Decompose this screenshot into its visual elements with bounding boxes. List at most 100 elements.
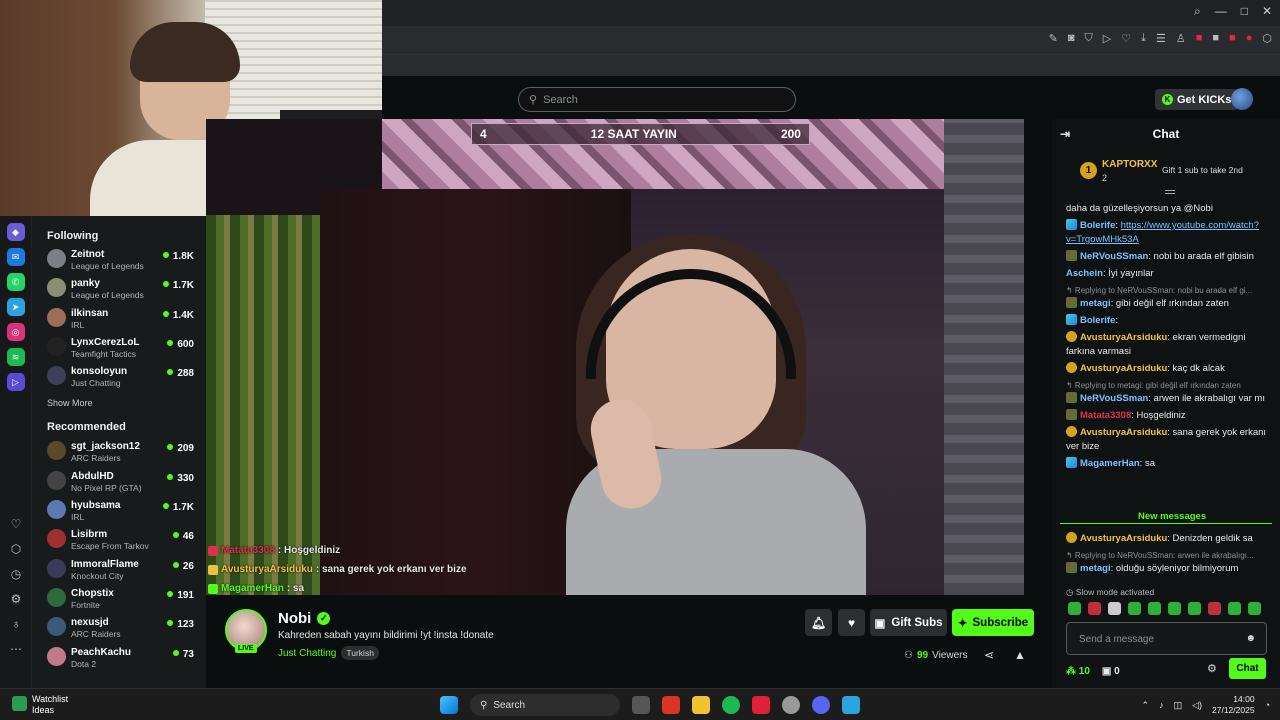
extension-icon[interactable]: ■ <box>1196 32 1203 45</box>
video-player[interactable] <box>206 119 1024 595</box>
folder-icon[interactable] <box>692 696 710 714</box>
search-icon[interactable]: ⌕ <box>1194 4 1201 19</box>
bulb-icon[interactable]: ♁ <box>7 615 25 633</box>
cube-icon[interactable]: ⬡ <box>7 540 25 558</box>
chat-username[interactable]: AvusturyaArsiduku <box>1080 427 1167 438</box>
network-icon[interactable]: ◫ <box>1174 700 1183 711</box>
chat-username[interactable]: Bolerife <box>1080 220 1115 231</box>
gift-count[interactable]: ▣ 0 <box>1102 666 1120 677</box>
telegram-icon[interactable]: ➤ <box>6 298 25 316</box>
chat-username[interactable]: NeRVouSSman <box>1080 393 1148 404</box>
messenger-icon[interactable]: ✉ <box>6 248 25 266</box>
gift-prompt[interactable]: Gift 1 sub to take 2nd <box>1162 165 1243 175</box>
sidebar-channel-item[interactable]: sgt_jackson12 ARC Raiders 209 <box>32 436 206 465</box>
chat-send-button[interactable]: Chat <box>1229 658 1266 679</box>
emote-icon[interactable] <box>1228 602 1241 615</box>
taskbar-search[interactable]: ⚲ Search <box>470 694 620 716</box>
play-icon[interactable]: ▷ <box>1103 32 1111 45</box>
extension-icon[interactable]: ● <box>1246 32 1253 45</box>
subscribe-button[interactable]: ✦ Subscribe <box>952 609 1034 636</box>
menu-icon[interactable]: ☰ <box>1156 32 1166 45</box>
stream-tag[interactable]: Turkish <box>341 646 379 660</box>
emote-icon[interactable] <box>1188 602 1201 615</box>
chat-username[interactable]: Bolerife <box>1080 315 1115 326</box>
notepad-icon[interactable] <box>842 696 860 714</box>
volume-icon[interactable]: ◁) <box>1192 700 1202 711</box>
chat-username[interactable]: MagamerHan <box>1080 458 1140 469</box>
chat-username[interactable]: AvusturyaArsiduku <box>1080 533 1167 544</box>
sidebar-channel-item[interactable]: Lisibrm Escape From Tarkov 46 <box>32 524 206 553</box>
microphone-icon[interactable]: ♪ <box>1159 700 1164 710</box>
discord-icon[interactable] <box>812 696 830 714</box>
close-icon[interactable]: ✕ <box>1262 4 1272 19</box>
extension-icon[interactable]: ■ <box>1212 32 1219 45</box>
sidebar-channel-item[interactable]: Chopstix Fortnite 191 <box>32 583 206 612</box>
extension-icon[interactable]: ⬡ <box>1262 32 1272 45</box>
chat-username[interactable]: AvusturyaArsiduku <box>1080 332 1167 343</box>
more-icon[interactable]: ⋯ <box>7 640 25 658</box>
top-gifter-name[interactable]: KAPTORXX <box>1102 159 1157 170</box>
heart-icon[interactable]: ♡ <box>7 515 25 533</box>
emote-icon[interactable] <box>1088 602 1101 615</box>
spotify-icon[interactable]: ≋ <box>6 348 25 366</box>
heart-icon[interactable]: ♡ <box>1121 32 1131 45</box>
emote-icon[interactable] <box>1128 602 1141 615</box>
opera-icon[interactable] <box>662 696 680 714</box>
emote-icon[interactable] <box>1168 602 1181 615</box>
chat-username[interactable]: NeRVouSSman <box>1080 251 1148 262</box>
emote-icon[interactable] <box>1208 602 1221 615</box>
edit-icon[interactable]: ✎ <box>1049 32 1058 45</box>
watchlist-widget[interactable]: Watchlist Ideas <box>12 694 68 716</box>
new-messages-label[interactable]: New messages <box>1130 511 1215 522</box>
emote-icon[interactable] <box>1068 602 1081 615</box>
chat-username[interactable]: Aschein <box>1066 268 1103 279</box>
maximize-icon[interactable]: □ <box>1241 4 1248 19</box>
instagram-icon[interactable]: ◎ <box>6 323 25 341</box>
chevron-up-icon[interactable]: ⌃ <box>1142 700 1150 711</box>
address-bar[interactable]: ✎ ◙ ⛉ ▷ ♡ ⤓ ☰ ♙ ■ ■ ■ ● ⬡ <box>382 26 1280 54</box>
clock[interactable]: 14:00 27/12/2025 <box>1212 694 1255 716</box>
emote-icon[interactable] <box>1108 602 1121 615</box>
sidebar-channel-item[interactable]: panky League of Legends 1.7K <box>32 273 206 302</box>
app-icon[interactable]: ◆ <box>6 223 25 241</box>
player-icon[interactable]: ▷ <box>6 373 25 391</box>
emote-icon[interactable] <box>1148 602 1161 615</box>
chat-input[interactable]: Send a message ☻ <box>1066 622 1267 655</box>
sidebar-channel-item[interactable]: Zeitnot League of Legends 1.8K <box>32 244 206 273</box>
start-icon[interactable] <box>440 696 458 714</box>
clock-icon[interactable]: ◷ <box>7 565 25 583</box>
sidebar-channel-item[interactable]: ilkinsan IRL 1.4K <box>32 303 206 332</box>
sidebar-channel-item[interactable]: ImmoralFlame Knockout City 26 <box>32 554 206 583</box>
shield-icon[interactable]: ⛉ <box>1085 32 1093 45</box>
chat-username[interactable]: Matata3308 <box>1080 410 1131 421</box>
gear-icon[interactable]: ⚙ <box>7 590 25 608</box>
emote-icon[interactable] <box>1248 602 1261 615</box>
follow-button[interactable]: ♥ <box>838 609 865 636</box>
drag-handle[interactable] <box>1165 190 1175 194</box>
notification-icon[interactable]: ◔ <box>1265 700 1270 710</box>
report-icon[interactable]: ▲ <box>1014 648 1026 662</box>
sidebar-channel-item[interactable]: nexusjd ARC Raiders 123 <box>32 612 206 641</box>
get-kicks-button[interactable]: K Get KICKs <box>1155 89 1239 110</box>
show-more-link[interactable]: Show More <box>32 390 206 415</box>
chat-username[interactable]: metagi <box>1080 563 1111 574</box>
channel-points[interactable]: ⁂ 10 <box>1066 666 1090 677</box>
minimize-icon[interactable]: — <box>1215 4 1227 19</box>
sidebar-channel-item[interactable]: PeachKachu Dota 2 73 <box>32 642 206 671</box>
chat-username[interactable]: metagi <box>1080 298 1111 309</box>
chat-username[interactable]: AvusturyaArsiduku <box>1080 363 1167 374</box>
camera-icon[interactable]: ◙ <box>1068 32 1075 45</box>
notification-bell-button[interactable]: 🔔︎ <box>805 609 832 636</box>
gift-subs-button[interactable]: ▣ Gift Subs <box>870 609 947 636</box>
chat-settings-icon[interactable]: ⚙ <box>1207 662 1217 675</box>
sidebar-channel-item[interactable]: hyubsama IRL 1.7K <box>32 495 206 524</box>
collapse-chat-icon[interactable]: ⇥ <box>1060 127 1070 141</box>
share-icon[interactable]: ⋖ <box>984 648 994 662</box>
spotify-icon[interactable] <box>722 696 740 714</box>
task-view-icon[interactable] <box>632 696 650 714</box>
whatsapp-icon[interactable]: ✆ <box>6 273 25 291</box>
sidebar-channel-item[interactable]: AbdulHD No Pixel RP (GTA) 330 <box>32 466 206 495</box>
steam-icon[interactable] <box>782 696 800 714</box>
sidebar-channel-item[interactable]: konsoloyun Just Chatting 288 <box>32 361 206 390</box>
extension-icon[interactable]: ■ <box>1229 32 1236 45</box>
